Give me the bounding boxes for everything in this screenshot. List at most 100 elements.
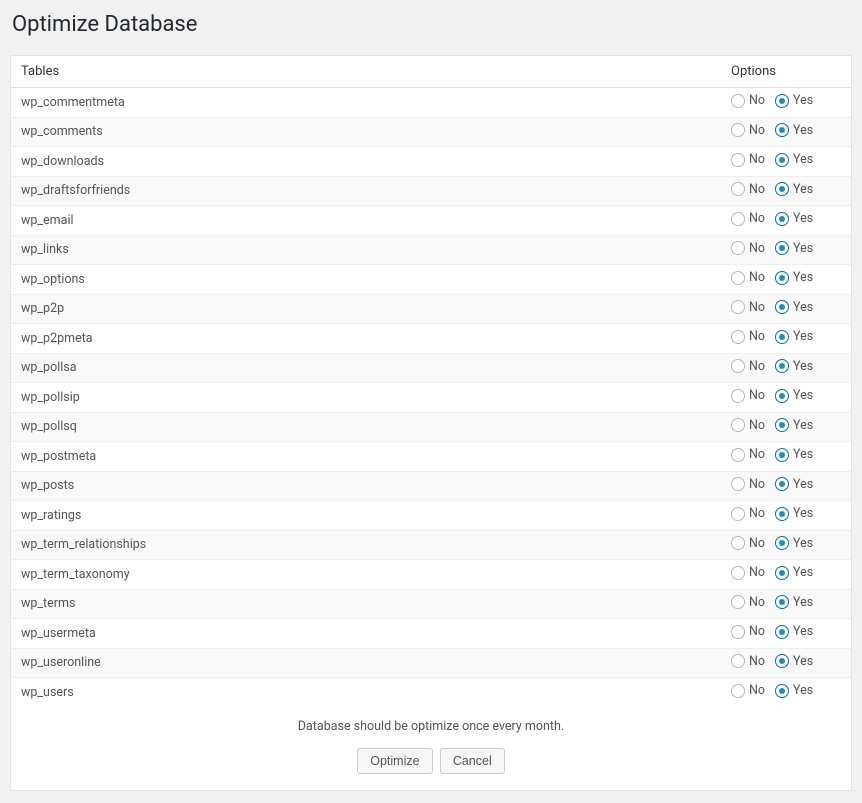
radio-yes[interactable] — [775, 271, 789, 285]
radio-no[interactable] — [731, 507, 745, 521]
radio-no-group[interactable]: No — [731, 536, 765, 551]
table-cell-options: No Yes — [721, 324, 851, 354]
radio-no[interactable] — [731, 418, 745, 432]
radio-yes-group[interactable]: Yes — [775, 211, 813, 226]
radio-yes[interactable] — [775, 153, 789, 167]
radio-no-group[interactable]: No — [731, 359, 765, 374]
radio-yes[interactable] — [775, 182, 789, 196]
radio-yes-group[interactable]: Yes — [775, 123, 813, 138]
table-cell-name: wp_commentmeta — [11, 88, 721, 118]
radio-no-group[interactable]: No — [731, 300, 765, 315]
radio-yes[interactable] — [775, 654, 789, 668]
radio-no-group[interactable]: No — [731, 654, 765, 669]
table-cell-options: No Yes — [721, 412, 851, 442]
radio-no-group[interactable]: No — [731, 447, 765, 462]
radio-yes[interactable] — [775, 595, 789, 609]
radio-yes[interactable] — [775, 123, 789, 137]
radio-yes-label: Yes — [793, 241, 813, 256]
optimize-button[interactable]: Optimize — [357, 748, 432, 774]
radio-yes[interactable] — [775, 536, 789, 550]
radio-yes[interactable] — [775, 389, 789, 403]
radio-no-group[interactable]: No — [731, 565, 765, 580]
radio-yes[interactable] — [775, 625, 789, 639]
radio-no[interactable] — [731, 684, 745, 698]
radio-no-group[interactable]: No — [731, 211, 765, 226]
radio-yes-group[interactable]: Yes — [775, 683, 813, 698]
radio-yes[interactable] — [775, 448, 789, 462]
radio-yes-group[interactable]: Yes — [775, 447, 813, 462]
radio-yes-group[interactable]: Yes — [775, 477, 813, 492]
table-cell-name: wp_terms — [11, 589, 721, 619]
radio-yes[interactable] — [775, 507, 789, 521]
radio-yes-group[interactable]: Yes — [775, 93, 813, 108]
radio-no-label: No — [749, 329, 765, 344]
radio-no[interactable] — [731, 153, 745, 167]
table-cell-name: wp_downloads — [11, 147, 721, 177]
radio-no-group[interactable]: No — [731, 683, 765, 698]
radio-no[interactable] — [731, 300, 745, 314]
radio-no-group[interactable]: No — [731, 93, 765, 108]
radio-no-group[interactable]: No — [731, 329, 765, 344]
radio-no[interactable] — [731, 212, 745, 226]
radio-no-label: No — [749, 211, 765, 226]
radio-yes[interactable] — [775, 212, 789, 226]
radio-yes-group[interactable]: Yes — [775, 654, 813, 669]
radio-no-group[interactable]: No — [731, 241, 765, 256]
radio-no-label: No — [749, 152, 765, 167]
radio-no-group[interactable]: No — [731, 595, 765, 610]
radio-no-group[interactable]: No — [731, 418, 765, 433]
radio-yes-group[interactable]: Yes — [775, 506, 813, 521]
radio-yes-group[interactable]: Yes — [775, 300, 813, 315]
radio-no[interactable] — [731, 330, 745, 344]
radio-no[interactable] — [731, 595, 745, 609]
radio-yes[interactable] — [775, 94, 789, 108]
radio-yes[interactable] — [775, 330, 789, 344]
radio-yes[interactable] — [775, 566, 789, 580]
radio-yes[interactable] — [775, 418, 789, 432]
radio-no-group[interactable]: No — [731, 123, 765, 138]
radio-yes-group[interactable]: Yes — [775, 595, 813, 610]
radio-no[interactable] — [731, 477, 745, 491]
table-row: wp_ratingsNoYes — [11, 501, 851, 531]
radio-yes-group[interactable]: Yes — [775, 241, 813, 256]
radio-no-group[interactable]: No — [731, 477, 765, 492]
radio-no-group[interactable]: No — [731, 152, 765, 167]
radio-no[interactable] — [731, 182, 745, 196]
radio-no[interactable] — [731, 94, 745, 108]
radio-yes[interactable] — [775, 241, 789, 255]
radio-no-label: No — [749, 624, 765, 639]
table-cell-name: wp_pollsa — [11, 353, 721, 383]
radio-yes-group[interactable]: Yes — [775, 536, 813, 551]
radio-yes-group[interactable]: Yes — [775, 565, 813, 580]
radio-yes[interactable] — [775, 477, 789, 491]
radio-yes-group[interactable]: Yes — [775, 270, 813, 285]
radio-no[interactable] — [731, 271, 745, 285]
radio-no[interactable] — [731, 241, 745, 255]
radio-no-group[interactable]: No — [731, 506, 765, 521]
radio-no[interactable] — [731, 536, 745, 550]
radio-no[interactable] — [731, 625, 745, 639]
radio-yes-group[interactable]: Yes — [775, 388, 813, 403]
radio-yes-group[interactable]: Yes — [775, 624, 813, 639]
radio-yes-group[interactable]: Yes — [775, 182, 813, 197]
radio-no-group[interactable]: No — [731, 624, 765, 639]
radio-no[interactable] — [731, 123, 745, 137]
radio-yes-group[interactable]: Yes — [775, 359, 813, 374]
radio-yes-group[interactable]: Yes — [775, 418, 813, 433]
radio-no-group[interactable]: No — [731, 388, 765, 403]
radio-yes[interactable] — [775, 300, 789, 314]
radio-yes[interactable] — [775, 684, 789, 698]
radio-yes-group[interactable]: Yes — [775, 329, 813, 344]
radio-no-group[interactable]: No — [731, 270, 765, 285]
radio-no[interactable] — [731, 654, 745, 668]
table-cell-name: wp_draftsforfriends — [11, 176, 721, 206]
radio-yes-group[interactable]: Yes — [775, 152, 813, 167]
radio-no[interactable] — [731, 389, 745, 403]
radio-yes[interactable] — [775, 359, 789, 373]
table-cell-options: No Yes — [721, 117, 851, 147]
radio-no[interactable] — [731, 566, 745, 580]
radio-no[interactable] — [731, 359, 745, 373]
radio-no[interactable] — [731, 448, 745, 462]
radio-no-group[interactable]: No — [731, 182, 765, 197]
cancel-button[interactable]: Cancel — [440, 748, 505, 774]
